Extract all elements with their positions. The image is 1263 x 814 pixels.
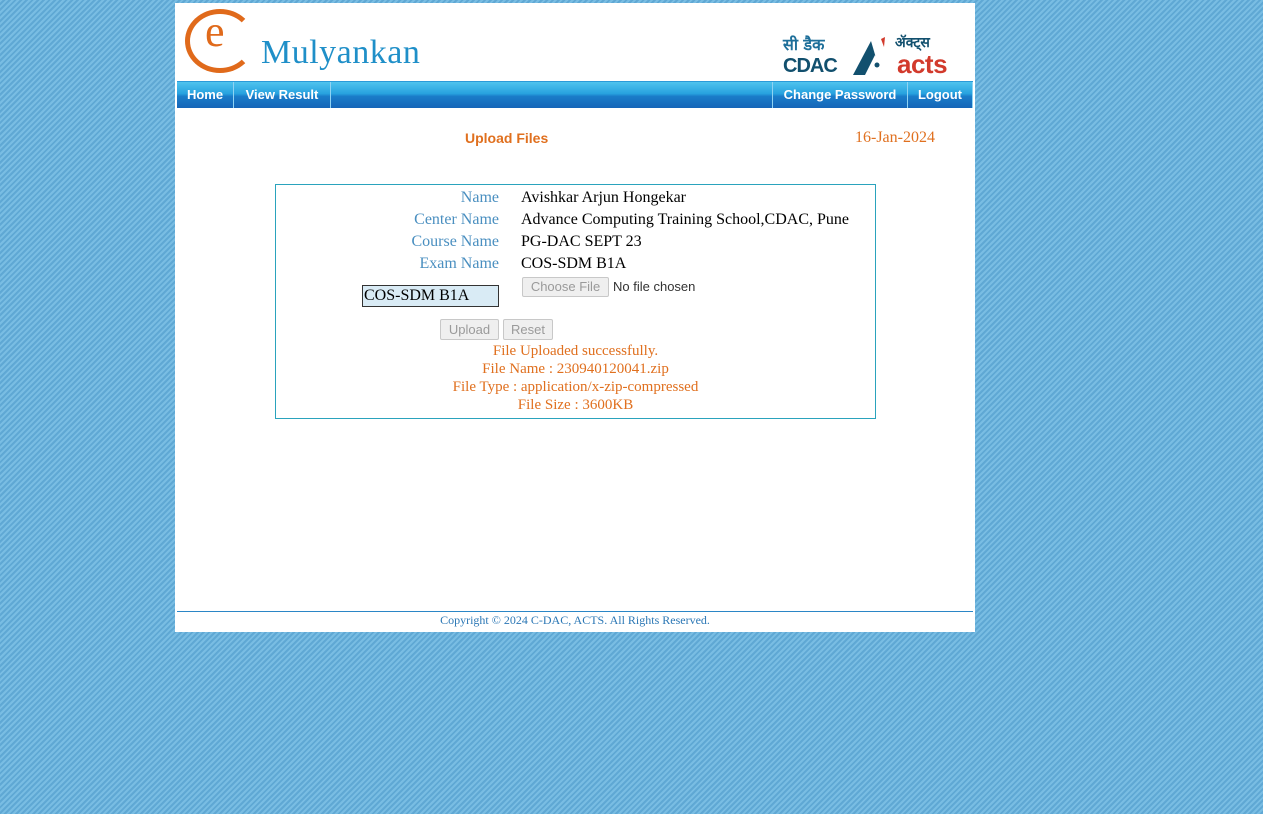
center-value: Advance Computing Training School,CDAC, … [521, 211, 850, 228]
exam-value: COS-SDM B1A [521, 255, 627, 272]
uploaded-file-size: File Size : 3600KB [517, 397, 634, 413]
nav-view-result-link[interactable]: View Result [234, 82, 331, 108]
footer-copyright: Copyright © 2024 C-DAC, ACTS. All Rights… [440, 613, 710, 627]
choose-file-button[interactable]: Choose File [522, 277, 609, 297]
cdac-logo: सी डैक CDAC [783, 33, 847, 79]
acts-figure-icon [853, 37, 886, 75]
logo-word: Mulyankan [261, 34, 421, 71]
exam-label: Exam Name [419, 255, 499, 272]
page-container: e Mulyankan सी डैक CDAC ॲक्ट्स acts Home… [175, 3, 975, 632]
acts-english-text: acts [897, 49, 948, 79]
course-value: PG-DAC SEPT 23 [521, 233, 642, 250]
name-value: Avishkar Arjun Hongekar [521, 189, 686, 206]
cdac-english-text: CDAC [783, 55, 838, 77]
course-label: Course Name [411, 233, 499, 250]
reset-button[interactable]: Reset [503, 319, 553, 340]
course-row: Course Name PG-DAC SEPT 23 [276, 231, 875, 253]
nav-change-password-link[interactable]: Change Password [772, 82, 908, 108]
upload-form: Name Avishkar Arjun Hongekar Center Name… [275, 184, 876, 419]
exam-name-input[interactable] [362, 285, 499, 307]
partner-logos: सी डैक CDAC ॲक्ट्स acts [783, 33, 963, 79]
upload-success-message: File Uploaded successfully. [492, 343, 659, 359]
emulyankan-logo: e Mulyankan [185, 7, 445, 79]
page-date: 16-Jan-2024 [855, 129, 935, 146]
center-row: Center Name Advance Computing Training S… [276, 209, 875, 231]
acts-logo: ॲक्ट्स acts [851, 33, 963, 79]
cdac-hindi-text: सी डैक [783, 35, 825, 54]
upload-button[interactable]: Upload [440, 319, 499, 340]
nav-logout-link[interactable]: Logout [908, 82, 973, 108]
footer-divider [177, 611, 973, 612]
file-status-text: No file chosen [613, 279, 696, 294]
nav-home-link[interactable]: Home [177, 82, 234, 108]
uploaded-file-type: File Type : application/x-zip-compressed [452, 379, 699, 395]
page-title: Upload Files [465, 130, 549, 146]
center-label: Center Name [414, 211, 499, 228]
name-row: Name Avishkar Arjun Hongekar [276, 187, 875, 209]
name-label: Name [460, 189, 499, 206]
exam-row: Exam Name COS-SDM B1A [276, 253, 875, 275]
logo-letter: e [205, 7, 225, 56]
nav-bar: Home View Result Change Password Logout [177, 81, 973, 108]
header: e Mulyankan सी डैक CDAC ॲक्ट्स acts [175, 3, 975, 81]
uploaded-file-name: File Name : 230940120041.zip [482, 361, 669, 377]
